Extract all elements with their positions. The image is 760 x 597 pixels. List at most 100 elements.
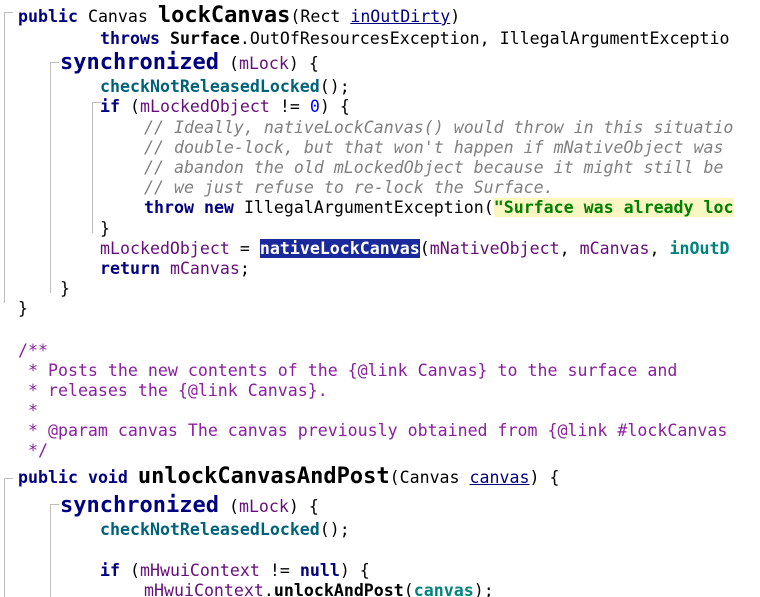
code-editor[interactable]: public Canvas lockCanvas(Rect inOutDirty… [0, 0, 760, 597]
paren: ( [129, 97, 140, 116]
operator: != [279, 97, 300, 116]
string-literal: "Surface was already loc [493, 198, 734, 217]
javadoc-line[interactable]: * releases the {@link Canvas}. [18, 381, 328, 401]
keyword-if: if [100, 561, 120, 580]
paren: ( [419, 239, 430, 258]
javadoc-line[interactable]: * @param canvas The canvas previously ob… [18, 421, 727, 441]
field-ref: mCanvas [579, 239, 650, 258]
field-ref: mNativeObject [429, 239, 560, 258]
field-ref: mLock [238, 497, 289, 516]
punct: (); [319, 77, 350, 96]
paren: ( [228, 54, 239, 73]
param-ref: canvas [413, 581, 474, 597]
param-type: Rect [300, 7, 341, 26]
comment-line[interactable]: // double-lock, but that won't happen if… [144, 138, 723, 158]
keyword-void: void [87, 468, 128, 487]
code-line[interactable]: mLockedObject = nativeLockCanvas(mNative… [100, 239, 729, 259]
code-line[interactable]: return mCanvas; [100, 259, 250, 279]
selected-method-call[interactable]: nativeLockCanvas [259, 239, 420, 258]
comma: , [479, 29, 500, 48]
paren: ( [389, 468, 400, 487]
paren: ( [290, 7, 301, 26]
comma: , [649, 239, 670, 258]
keyword-return: return [100, 259, 160, 278]
code-line[interactable]: public void unlockCanvasAndPost(Canvas c… [18, 465, 559, 489]
code-line[interactable]: throws Surface.OutOfResourcesException, … [100, 29, 729, 49]
paren: ) [450, 7, 461, 26]
field-ref: mLockedObject [139, 97, 270, 116]
paren: ) { [339, 561, 370, 580]
code-line[interactable]: public Canvas lockCanvas(Rect inOutDirty… [18, 4, 460, 28]
punct: (); [319, 520, 350, 539]
fold-marker[interactable] [4, 478, 13, 597]
brace: } [60, 279, 70, 298]
code-line[interactable]: throw new IllegalArgumentException("Surf… [144, 198, 734, 218]
param-name: canvas [469, 468, 530, 487]
code-line[interactable]: synchronized (mLock) { [60, 494, 319, 518]
brace: } [18, 299, 28, 318]
code-line[interactable]: if (mLockedObject != 0) { [100, 97, 350, 117]
exception-type: OutOfResourcesException [249, 29, 480, 48]
paren: ) { [529, 468, 560, 487]
param-ref: inOutD [669, 239, 730, 258]
method-name: lockCanvas [157, 3, 291, 28]
field-ref: mLock [238, 54, 289, 73]
keyword-synchronized: synchronized [60, 50, 219, 75]
null-literal: null [299, 561, 340, 580]
javadoc-line[interactable]: /** [18, 341, 48, 361]
keyword-synchronized: synchronized [60, 493, 219, 518]
keyword-public: public [18, 468, 78, 487]
paren: ( [483, 198, 494, 217]
brace: } [100, 219, 110, 238]
number-literal: 0 [309, 97, 320, 116]
paren: ) { [288, 54, 319, 73]
dot: . [263, 581, 274, 597]
comment-line[interactable]: // abandon the old mLockedObject because… [144, 158, 723, 178]
class-ref: Surface [169, 29, 240, 48]
punct: ; [239, 259, 250, 278]
code-line[interactable]: mHwuiContext.unlockAndPost(canvas); [144, 581, 494, 597]
comment-line[interactable]: // Ideally, nativeLockCanvas() would thr… [144, 118, 733, 138]
javadoc-line[interactable]: */ [18, 441, 48, 461]
fold-marker[interactable] [50, 504, 59, 597]
keyword-new: new [203, 198, 234, 217]
keyword-public: public [18, 7, 78, 26]
fold-marker[interactable] [4, 12, 13, 303]
field-ref: mLockedObject [100, 239, 230, 258]
field-ref: mCanvas [169, 259, 240, 278]
keyword-throws: throws [100, 29, 160, 48]
method-call: unlockAndPost [273, 581, 404, 597]
method-call: checkNotReleasedLocked [100, 520, 320, 539]
paren: ( [228, 497, 239, 516]
param-type: Canvas [399, 468, 460, 487]
return-type: Canvas [87, 7, 148, 26]
code-line[interactable]: } [18, 299, 28, 319]
operator: != [269, 561, 290, 580]
keyword-throw: throw [144, 198, 194, 217]
code-line[interactable]: checkNotReleasedLocked(); [100, 520, 350, 540]
field-ref: mHwuiContext [139, 561, 260, 580]
method-call: checkNotReleasedLocked [100, 77, 320, 96]
javadoc-line[interactable]: * Posts the new contents of the {@link C… [18, 361, 677, 381]
punct: ); [473, 581, 494, 597]
param-name: inOutDirty [350, 7, 451, 26]
code-line[interactable]: checkNotReleasedLocked(); [100, 77, 350, 97]
paren: ) { [288, 497, 319, 516]
code-line[interactable]: synchronized (mLock) { [60, 51, 319, 75]
code-line[interactable]: if (mHwuiContext != null) { [100, 561, 370, 581]
comment-line[interactable]: // we just refuse to re-lock the Surface… [144, 178, 554, 198]
comma: , [559, 239, 580, 258]
javadoc-line[interactable]: * [18, 401, 38, 421]
method-name: unlockCanvasAndPost [137, 464, 390, 489]
exception-type: IllegalArgumentExceptio [499, 29, 730, 48]
exception-type: IllegalArgumentException [243, 198, 484, 217]
paren: ( [129, 561, 140, 580]
fold-marker[interactable] [92, 102, 101, 233]
paren: ) { [319, 97, 350, 116]
field-ref: mHwuiContext [144, 581, 264, 597]
code-line[interactable]: } [100, 219, 110, 239]
fold-marker[interactable] [50, 62, 59, 293]
keyword-if: if [100, 97, 120, 116]
paren: ( [403, 581, 414, 597]
code-line[interactable]: } [60, 279, 70, 299]
